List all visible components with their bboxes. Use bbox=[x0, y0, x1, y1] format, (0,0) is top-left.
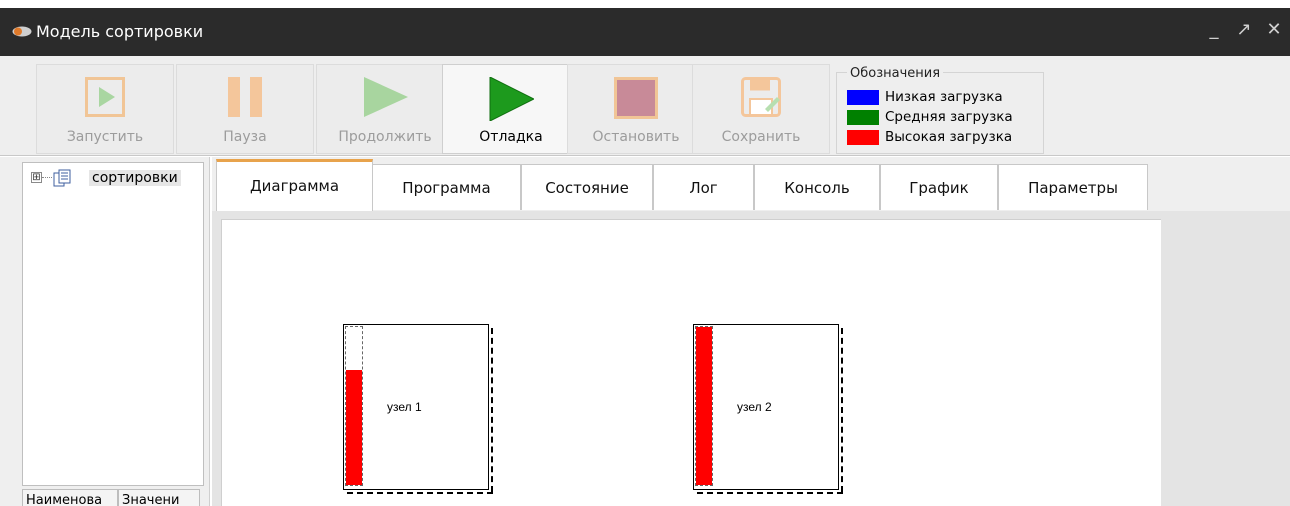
node-label: узел 1 bbox=[387, 400, 422, 414]
tab-parameters[interactable]: Параметры bbox=[998, 164, 1148, 210]
tree-node-root[interactable]: сортировки bbox=[89, 170, 181, 186]
column-header-value[interactable]: Значени bbox=[118, 489, 200, 506]
legend-swatch-green bbox=[847, 110, 879, 125]
tree-expand-icon[interactable]: ⊞ bbox=[31, 172, 42, 183]
continue-button[interactable]: Продолжить bbox=[316, 64, 454, 154]
debug-button-label: Отладка bbox=[479, 129, 543, 145]
properties-header: Наименова Значени bbox=[22, 489, 204, 506]
tab-program[interactable]: Программа bbox=[372, 164, 521, 210]
stop-button-label: Остановить bbox=[592, 129, 680, 145]
tab-console[interactable]: Консоль bbox=[754, 164, 880, 210]
start-button[interactable]: Запустить bbox=[36, 64, 174, 154]
tab-graph[interactable]: График bbox=[880, 164, 998, 210]
load-bar bbox=[695, 326, 713, 486]
legend-label: Низкая загрузка bbox=[885, 89, 1003, 105]
diagram-node-2[interactable]: узел 2 bbox=[693, 324, 843, 494]
diagram-node-1[interactable]: узел 1 bbox=[343, 324, 493, 494]
document-stack-icon bbox=[53, 169, 71, 187]
node-shadow bbox=[841, 328, 844, 492]
save-icon bbox=[741, 77, 781, 117]
stop-button[interactable]: Остановить bbox=[567, 64, 705, 154]
legend-item-medium: Средняя загрузка bbox=[847, 109, 1037, 126]
tab-log[interactable]: Лог bbox=[653, 164, 754, 210]
legend-swatch-red bbox=[847, 130, 879, 145]
model-tree[interactable]: ⊞ сортировки bbox=[22, 162, 204, 486]
legend-label: Высокая загрузка bbox=[885, 129, 1013, 145]
left-panel: ⊞ сортировки Наименова Значени bbox=[0, 157, 210, 506]
close-button[interactable]: ✕ bbox=[1264, 20, 1284, 40]
legend-title: Обозначения bbox=[847, 66, 944, 81]
window-titlebar: Модель сортировки _ ↗ ✕ bbox=[0, 8, 1290, 56]
load-bar bbox=[345, 326, 363, 486]
debug-button[interactable]: Отладка bbox=[442, 64, 580, 154]
start-button-label: Запустить bbox=[66, 129, 144, 145]
node-shadow bbox=[697, 492, 843, 495]
column-header-name[interactable]: Наименова bbox=[22, 489, 118, 506]
node-shadow bbox=[491, 328, 494, 492]
app-logo-icon bbox=[12, 26, 32, 37]
debug-play-icon bbox=[489, 77, 534, 121]
continue-icon bbox=[364, 77, 408, 117]
tab-state[interactable]: Состояние bbox=[521, 164, 653, 210]
legend-label: Средняя загрузка bbox=[885, 109, 1013, 125]
stop-icon bbox=[614, 77, 658, 119]
toolbar: Запустить Пауза Продолжить Отладка Остан… bbox=[0, 56, 1290, 156]
legend-swatch-blue bbox=[847, 90, 879, 105]
load-bar-fill bbox=[696, 327, 712, 485]
minimize-button[interactable]: _ bbox=[1204, 20, 1224, 40]
node-label: узел 2 bbox=[737, 400, 772, 414]
tree-connector bbox=[42, 177, 52, 178]
legend-item-high: Высокая загрузка bbox=[847, 129, 1037, 146]
continue-button-label: Продолжить bbox=[338, 129, 432, 145]
legend-item-low: Низкая загрузка bbox=[847, 89, 1037, 106]
legend: Обозначения Низкая загрузка Средняя загр… bbox=[836, 66, 1044, 154]
play-box-icon bbox=[85, 77, 125, 117]
diagram-content: узел 1 узел 2 bbox=[212, 211, 1290, 506]
pause-icon bbox=[228, 77, 262, 117]
node-shadow bbox=[347, 492, 493, 495]
pause-button[interactable]: Пауза bbox=[176, 64, 314, 154]
tab-diagram[interactable]: Диаграмма bbox=[216, 159, 373, 211]
save-button-label: Сохранить bbox=[721, 129, 801, 145]
pause-button-label: Пауза bbox=[223, 129, 267, 145]
load-bar-fill bbox=[346, 369, 362, 485]
diagram-canvas[interactable]: узел 1 узел 2 bbox=[221, 219, 1161, 506]
tab-bar: Диаграмма Программа Состояние Лог Консол… bbox=[212, 157, 1290, 211]
maximize-button[interactable]: ↗ bbox=[1234, 20, 1254, 40]
save-button[interactable]: Сохранить bbox=[692, 64, 830, 154]
window-title: Модель сортировки bbox=[36, 22, 204, 41]
